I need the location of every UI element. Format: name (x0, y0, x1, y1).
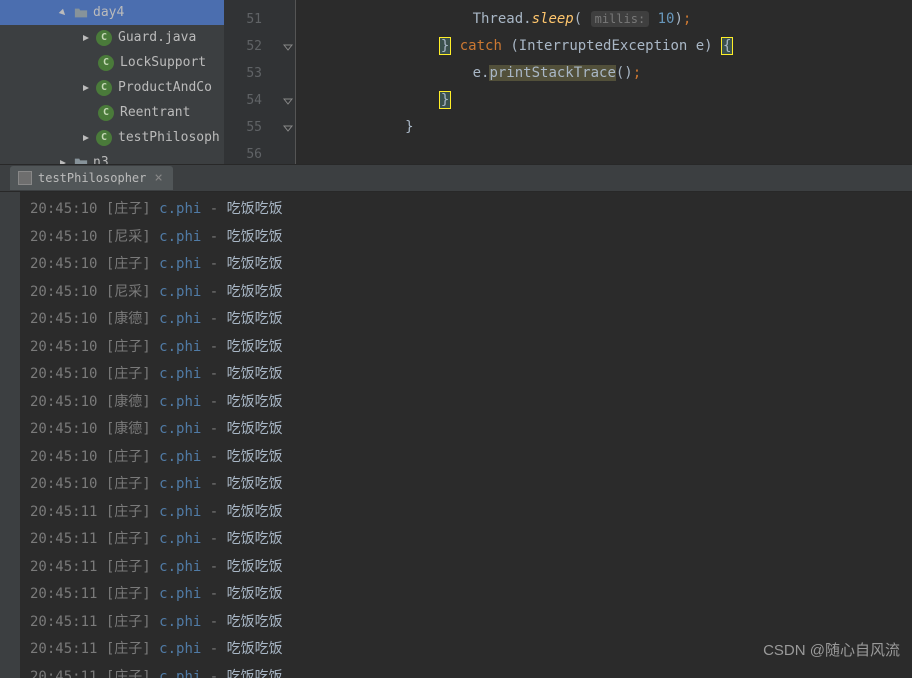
log-line: 20:45:10 [康德] c.phi - 吃饭吃饭 (30, 306, 912, 334)
chevron-right-icon[interactable] (55, 155, 71, 165)
run-tab-bar: testPhilosopher × (0, 164, 912, 192)
tree-item-guard-java[interactable]: C Guard.java (0, 25, 224, 50)
tree-label: n3 (93, 155, 109, 164)
tree-item-reentrant[interactable]: C Reentrant (0, 100, 224, 125)
code-content[interactable]: Thread.sleep( millis: 10); } catch (Inte… (296, 0, 912, 164)
java-class-icon: C (96, 130, 112, 146)
log-line: 20:45:10 [康德] c.phi - 吃饭吃饭 (30, 416, 912, 444)
tree-label: day4 (93, 5, 124, 20)
log-line: 20:45:10 [尼采] c.phi - 吃饭吃饭 (30, 279, 912, 307)
console-output[interactable]: 20:45:10 [庄子] c.phi - 吃饭吃饭20:45:10 [尼采] … (20, 192, 912, 678)
code-editor[interactable]: 515253545556 Thread.sleep( millis: 10); … (224, 0, 912, 164)
log-line: 20:45:10 [庄子] c.phi - 吃饭吃饭 (30, 251, 912, 279)
console-gutter[interactable] (0, 192, 20, 678)
log-line: 20:45:10 [庄子] c.phi - 吃饭吃饭 (30, 196, 912, 224)
run-tab-testphilosopher[interactable]: testPhilosopher × (10, 166, 173, 190)
close-icon[interactable]: × (152, 170, 164, 186)
log-line: 20:45:10 [庄子] c.phi - 吃饭吃饭 (30, 444, 912, 472)
watermark: CSDN @随心自风流 (763, 639, 900, 660)
log-line: 20:45:10 [庄子] c.phi - 吃饭吃饭 (30, 334, 912, 362)
log-line: 20:45:10 [庄子] c.phi - 吃饭吃饭 (30, 471, 912, 499)
tree-label: Guard.java (118, 30, 196, 45)
log-line: 20:45:11 [庄子] c.phi - 吃饭吃饭 (30, 664, 912, 678)
chevron-right-icon[interactable] (78, 30, 94, 46)
run-config-icon (18, 171, 32, 185)
java-class-icon: C (96, 80, 112, 96)
log-line: 20:45:11 [庄子] c.phi - 吃饭吃饭 (30, 526, 912, 554)
line-number-gutter: 515253545556 (224, 0, 280, 164)
tree-label: ProductAndCo (118, 80, 212, 95)
java-class-icon: C (96, 30, 112, 46)
tree-item-productandco[interactable]: C ProductAndCo (0, 75, 224, 100)
tree-item-day4[interactable]: day4 (0, 0, 224, 25)
log-line: 20:45:10 [尼采] c.phi - 吃饭吃饭 (30, 224, 912, 252)
tree-label: Reentrant (120, 105, 190, 120)
java-class-icon: C (98, 105, 114, 121)
java-class-icon: C (98, 55, 114, 71)
project-tree[interactable]: day4 C Guard.java C LockSupport C ProductAndCo… (0, 0, 224, 164)
log-line: 20:45:11 [庄子] c.phi - 吃饭吃饭 (30, 581, 912, 609)
log-line: 20:45:11 [庄子] c.phi - 吃饭吃饭 (30, 554, 912, 582)
log-line: 20:45:11 [庄子] c.phi - 吃饭吃饭 (30, 499, 912, 527)
fold-gutter[interactable] (280, 0, 296, 164)
chevron-down-icon[interactable] (55, 5, 71, 21)
log-line: 20:45:10 [康德] c.phi - 吃饭吃饭 (30, 389, 912, 417)
folder-icon (73, 155, 89, 165)
folder-icon (73, 5, 89, 21)
tree-item-locksupport[interactable]: C LockSupport (0, 50, 224, 75)
log-line: 20:45:11 [庄子] c.phi - 吃饭吃饭 (30, 609, 912, 637)
tree-label: testPhilosoph (118, 130, 220, 145)
tree-item-testphilosoph[interactable]: CtestPhilosoph (0, 125, 224, 150)
run-tab-label: testPhilosopher (38, 171, 146, 185)
log-line: 20:45:10 [庄子] c.phi - 吃饭吃饭 (30, 361, 912, 389)
tree-item-n3[interactable]: n3 (0, 150, 224, 164)
chevron-right-icon[interactable] (78, 80, 94, 96)
chevron-right-icon[interactable] (78, 130, 94, 146)
tree-label: LockSupport (120, 55, 206, 70)
